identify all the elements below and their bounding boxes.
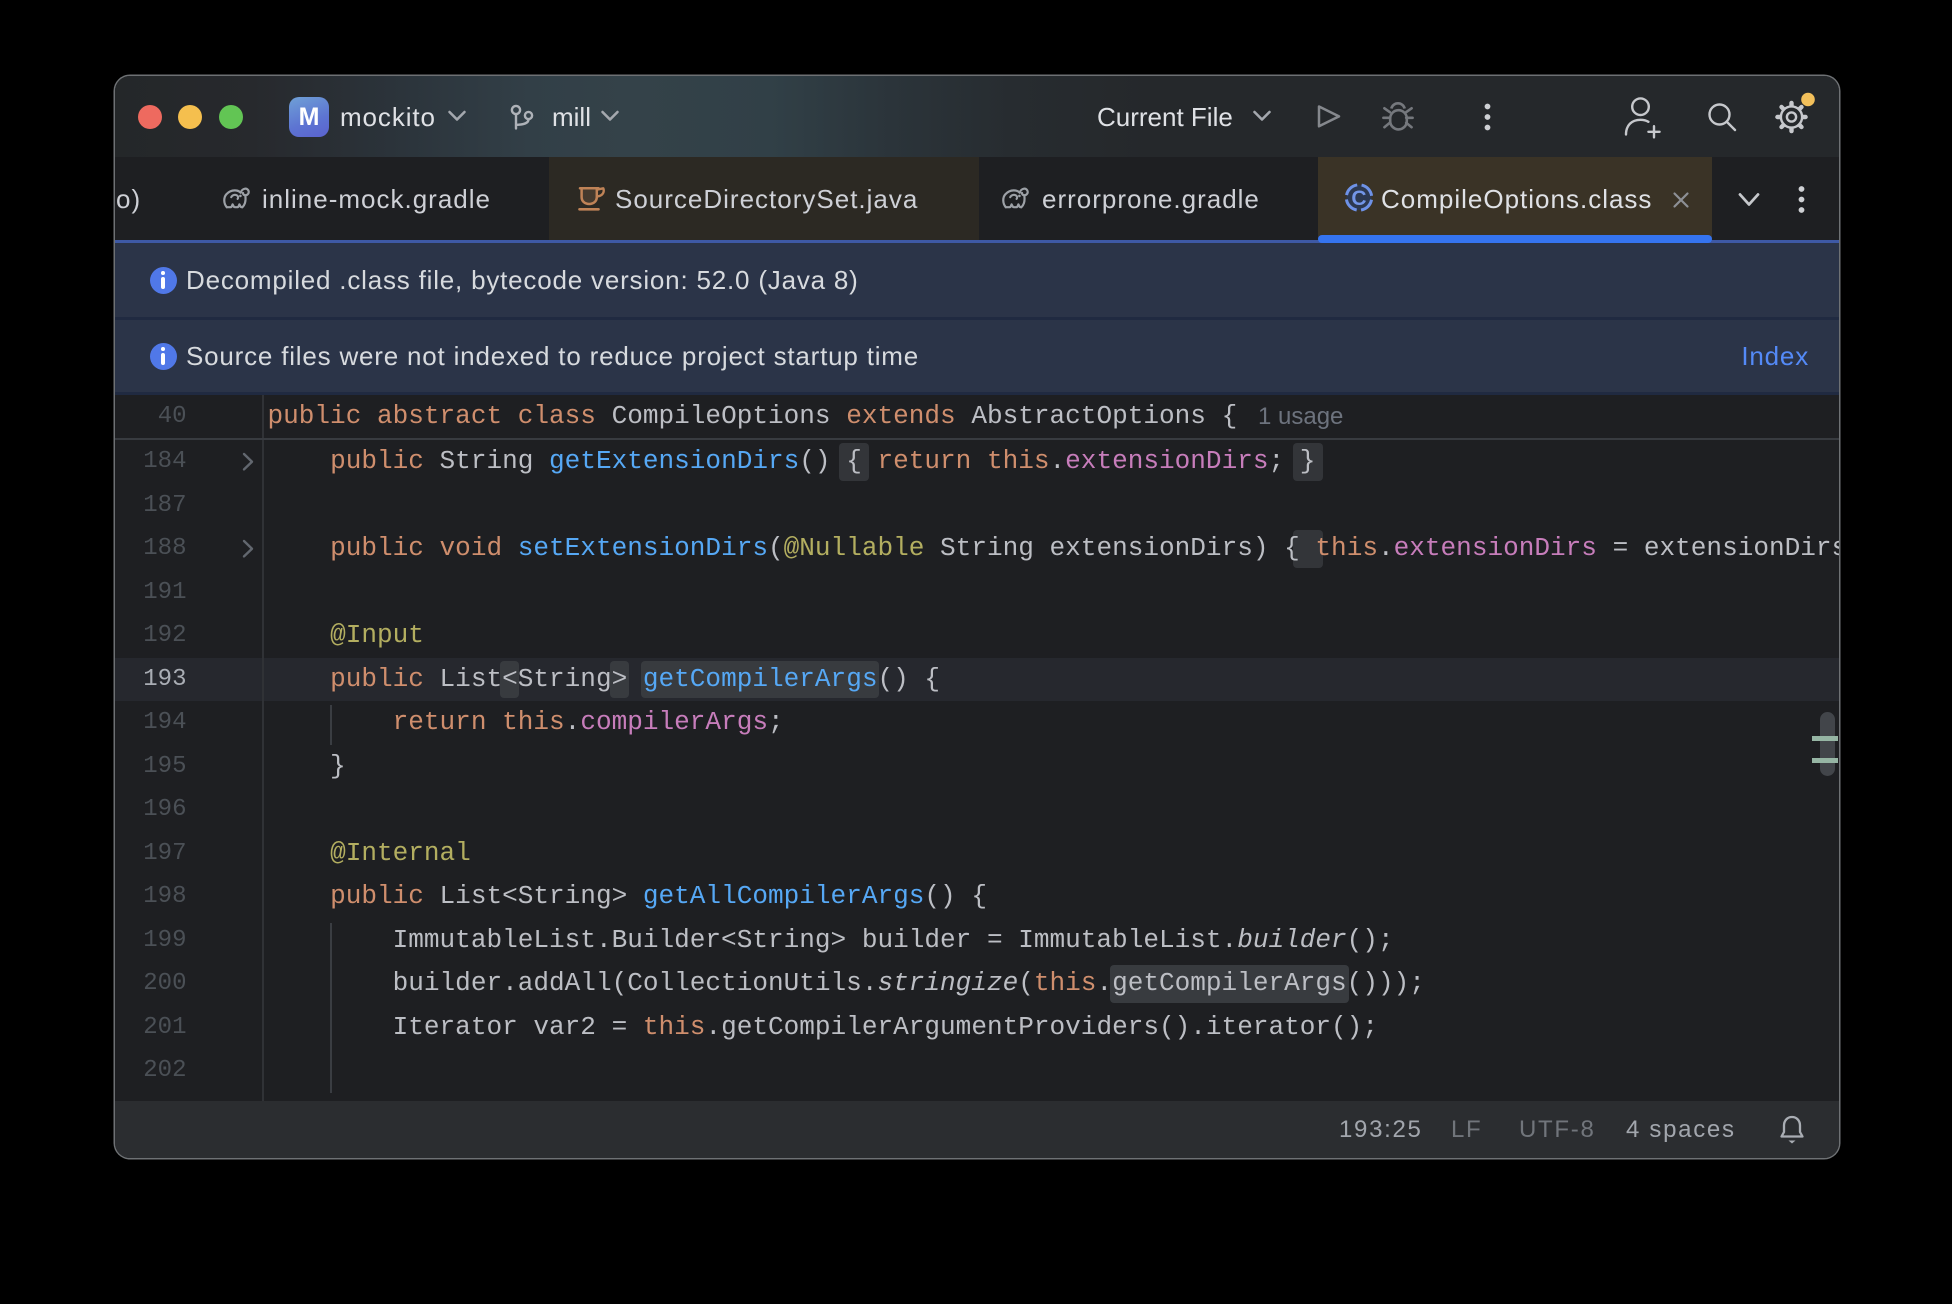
svg-text:C: C	[1351, 187, 1366, 210]
